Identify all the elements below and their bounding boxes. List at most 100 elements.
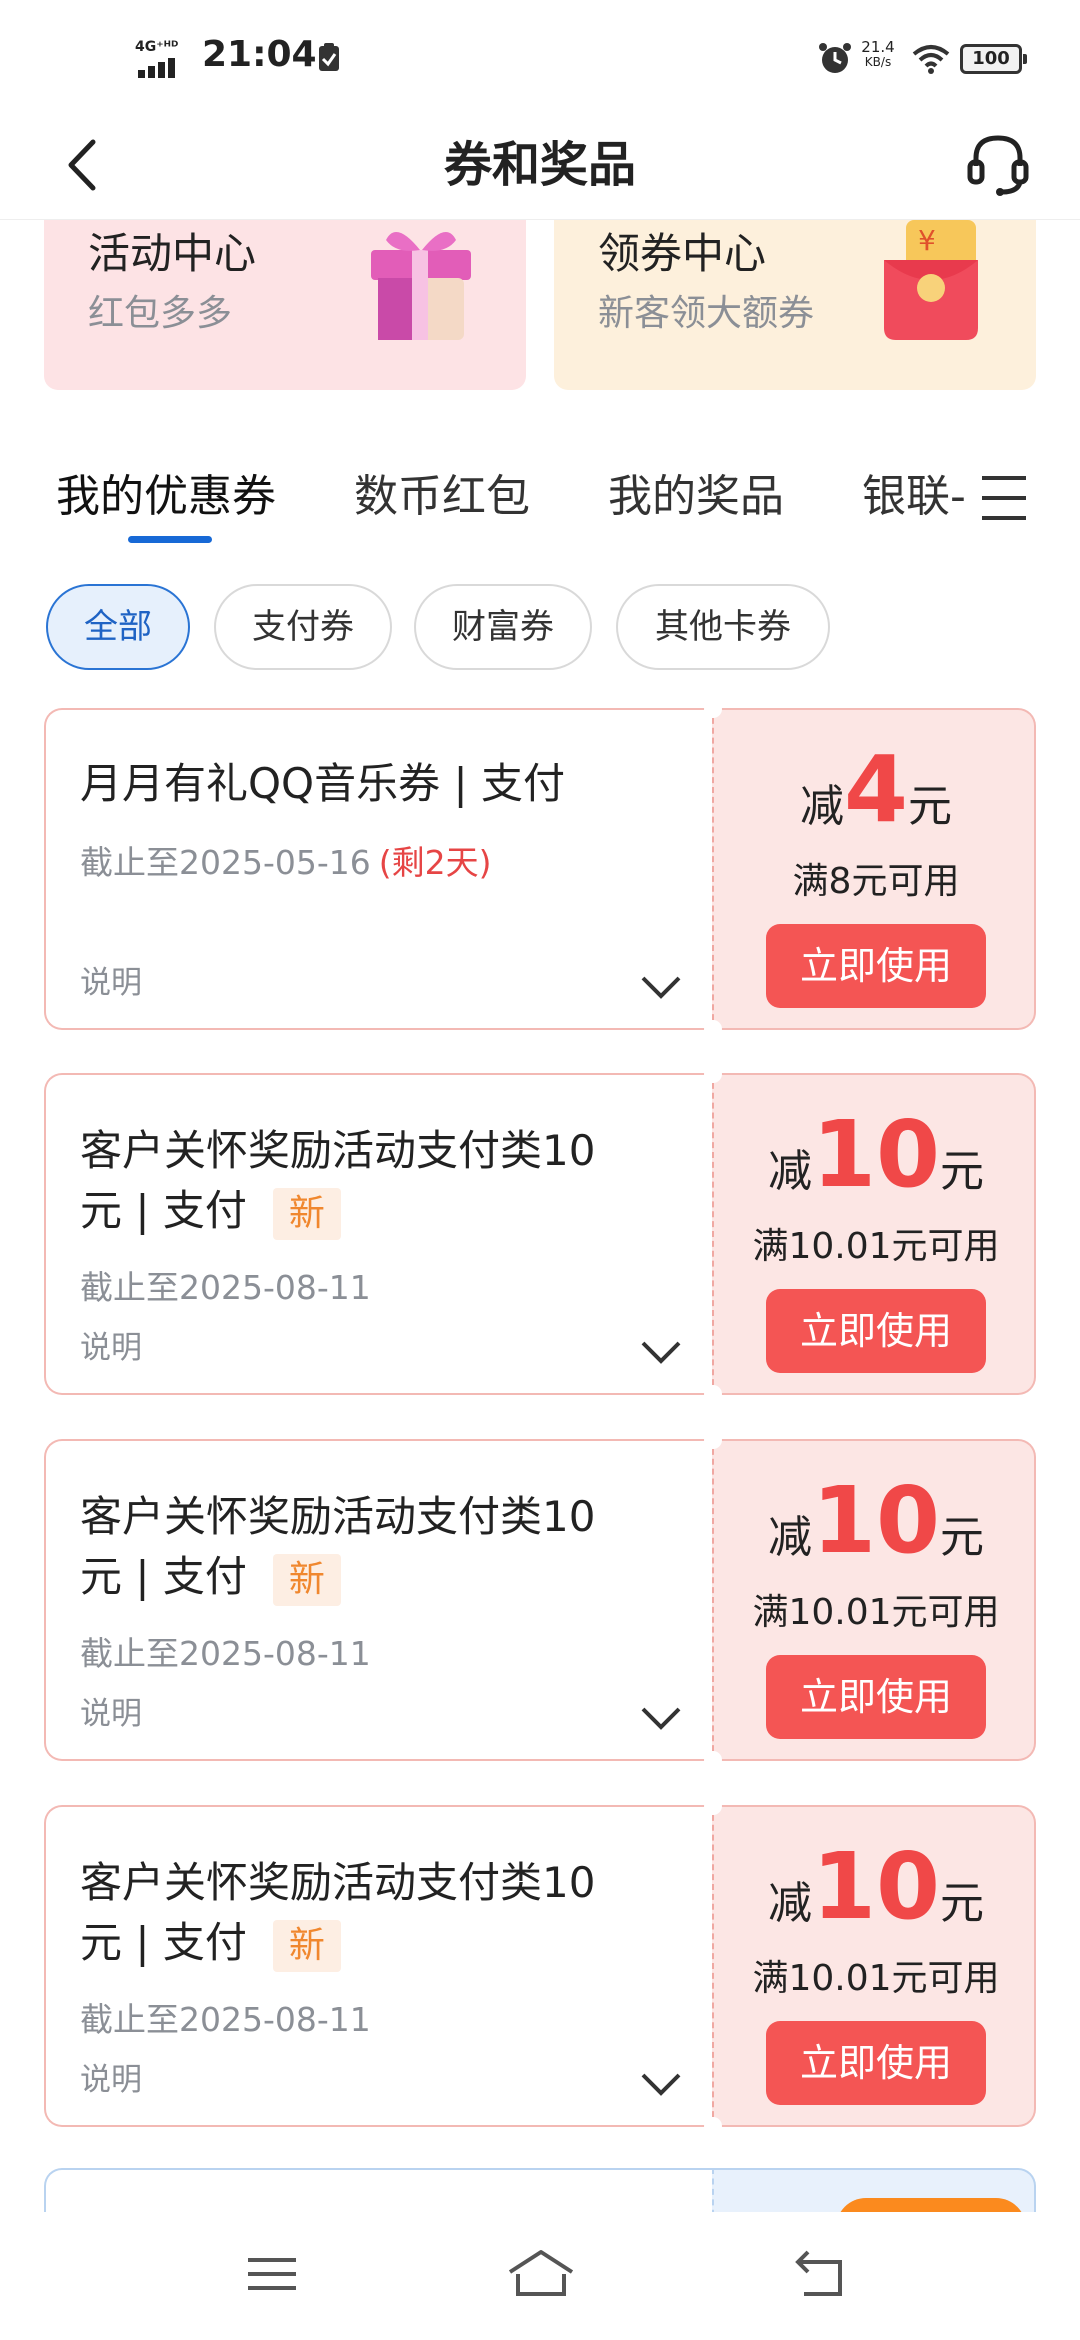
coupon-amount: 减10元 bbox=[714, 1471, 1038, 1571]
promo-activity-center[interactable]: 活动中心 红包多多 bbox=[44, 220, 526, 390]
amount-unit: 元 bbox=[940, 1146, 985, 1197]
clipboard-check-icon bbox=[319, 43, 339, 71]
card-notch bbox=[704, 2117, 722, 2135]
coupon-tabs: 我的优惠券 数币红包 我的奖品 银联- bbox=[0, 450, 1080, 550]
alarm-icon bbox=[819, 43, 851, 73]
speed-value: 21.4 bbox=[861, 38, 895, 56]
coupon-title-line1: 客户关怀奖励活动支付类10 bbox=[80, 1858, 596, 1907]
network-indicator: 4G⁺ᴴᴰ bbox=[135, 39, 179, 55]
app-header: 券和奖品 bbox=[0, 110, 1080, 220]
amount-unit: 元 bbox=[940, 1878, 985, 1929]
promo-subtitle: 红包多多 bbox=[88, 293, 233, 334]
coupon-info: 客户关怀奖励活动支付类10 元 | 支付新 截止至2025-08-11 说明 bbox=[44, 1805, 712, 2127]
coupon-amount: 减10元 bbox=[714, 1105, 1038, 1205]
amount-prefix: 减 bbox=[767, 1878, 812, 1929]
amount-prefix: 减 bbox=[767, 1146, 812, 1197]
coupon-condition: 满10.01元可用 bbox=[752, 1592, 1000, 1633]
new-badge: 新 bbox=[272, 1553, 341, 1606]
tab-digital-red-packets[interactable]: 数币红包 bbox=[354, 460, 530, 524]
chevron-down-icon[interactable] bbox=[640, 974, 682, 1000]
expiry-date: 截止至2025-05-16 bbox=[80, 843, 371, 882]
chevron-down-icon[interactable] bbox=[640, 2071, 682, 2097]
coupon-title: 客户关怀奖励活动支付类10 元 | 支付新 bbox=[80, 1121, 680, 1241]
expiry-date: 截止至2025-08-11 bbox=[80, 1268, 371, 1307]
clock: 21:04 bbox=[202, 34, 317, 75]
coupon-card: 月月有礼QQ音乐券 | 支付 截止至2025-05-16 (剩2天) 说明 减4元… bbox=[44, 700, 1036, 1038]
amount-unit: 元 bbox=[908, 781, 952, 832]
coupon-description-toggle[interactable]: 说明 bbox=[80, 1322, 142, 1367]
filter-wealth-coupons[interactable]: 财富券 bbox=[414, 584, 592, 670]
coupon-card: 客户关怀奖励活动支付类10 元 | 支付新 截止至2025-08-11 说明 减… bbox=[44, 1065, 1036, 1403]
coupon-info: 客户关怀奖励活动支付类10 元 | 支付新 截止至2025-08-11 说明 bbox=[44, 1073, 712, 1395]
coupon-value-panel: 减10元 满10.01元可用 立即使用 bbox=[712, 1439, 1036, 1761]
coupon-description-toggle[interactable]: 说明 bbox=[80, 957, 142, 1002]
wifi-icon bbox=[912, 45, 950, 74]
filter-all[interactable]: 全部 bbox=[46, 584, 190, 670]
coupon-expiry: 截止至2025-08-11 bbox=[80, 1261, 371, 1309]
coupon-title-line2: 元 | 支付 bbox=[80, 1918, 247, 1967]
card-notch bbox=[704, 1431, 722, 1449]
filter-payment-coupons[interactable]: 支付券 bbox=[214, 584, 392, 670]
svg-text:¥: ¥ bbox=[918, 224, 936, 257]
coupon-description-toggle[interactable]: 说明 bbox=[80, 2054, 142, 2099]
red-envelope-icon: ¥ bbox=[884, 220, 978, 340]
card-notch bbox=[704, 1020, 722, 1038]
amount-unit: 元 bbox=[940, 1512, 985, 1563]
card-notch bbox=[704, 700, 722, 718]
amount-prefix: 减 bbox=[799, 781, 844, 832]
amount-prefix: 减 bbox=[767, 1512, 812, 1563]
coupon-expiry: 截止至2025-08-11 bbox=[80, 1993, 371, 2041]
status-bar: 4G⁺ᴴᴰ 21:04 21.4 KB/s 100 bbox=[0, 0, 1080, 110]
system-nav-bar bbox=[0, 2212, 1080, 2340]
coupon-description-toggle[interactable]: 说明 bbox=[80, 1688, 142, 1733]
coupon-title-line1: 客户关怀奖励活动支付类10 bbox=[80, 1126, 596, 1175]
home-icon[interactable] bbox=[506, 2244, 576, 2304]
customer-service-icon[interactable] bbox=[962, 128, 1034, 200]
tab-unionpay[interactable]: 银联- bbox=[862, 460, 966, 524]
card-notch bbox=[704, 1797, 722, 1815]
coupon-title: 客户关怀奖励活动支付类10 元 | 支付新 bbox=[80, 1487, 680, 1607]
signal-icon bbox=[138, 58, 175, 78]
remaining-days: (剩2天) bbox=[378, 843, 492, 882]
amount-value: 10 bbox=[811, 1101, 941, 1208]
tab-my-prizes[interactable]: 我的奖品 bbox=[608, 460, 784, 524]
card-notch bbox=[704, 1385, 722, 1403]
coupon-value-panel: 减10元 满10.01元可用 立即使用 bbox=[712, 1805, 1036, 2127]
use-now-button[interactable]: 立即使用 bbox=[766, 2021, 986, 2105]
back-icon[interactable] bbox=[790, 2244, 854, 2304]
use-now-button[interactable]: 立即使用 bbox=[766, 1655, 986, 1739]
coupon-expiry: 截止至2025-05-16 (剩2天) bbox=[80, 836, 492, 884]
active-tab-indicator bbox=[128, 536, 212, 543]
tab-my-coupons[interactable]: 我的优惠券 bbox=[56, 460, 276, 524]
coupon-amount: 减10元 bbox=[714, 1837, 1038, 1937]
coupon-condition: 满10.01元可用 bbox=[752, 1958, 1000, 1999]
use-now-button[interactable]: 立即使用 bbox=[766, 1289, 986, 1373]
amount-value: 10 bbox=[811, 1467, 941, 1574]
recent-apps-icon[interactable] bbox=[240, 2244, 304, 2304]
coupon-value-panel: 减10元 满10.01元可用 立即使用 bbox=[712, 1073, 1036, 1395]
coupon-amount: 减4元 bbox=[714, 740, 1038, 840]
promo-coupon-center[interactable]: 领券中心 新客领大额券 ¥ bbox=[554, 220, 1036, 390]
coupon-title: 月月有礼QQ音乐券 | 支付 bbox=[80, 759, 565, 808]
gift-box-icon bbox=[371, 232, 471, 340]
card-notch bbox=[704, 1751, 722, 1769]
network-speed: 21.4 KB/s bbox=[858, 40, 898, 70]
promo-subtitle: 新客领大额券 bbox=[598, 293, 815, 334]
coupon-title-line2: 元 | 支付 bbox=[80, 1186, 247, 1235]
chevron-down-icon[interactable] bbox=[640, 1705, 682, 1731]
coupon-value-panel: 减4元 满8元可用 立即使用 bbox=[712, 708, 1036, 1030]
coupon-title: 客户关怀奖励活动支付类10 元 | 支付新 bbox=[80, 1853, 680, 1973]
coupon-title-line2: 元 | 支付 bbox=[80, 1552, 247, 1601]
expiry-date: 截止至2025-08-11 bbox=[80, 2000, 371, 2039]
use-now-button[interactable]: 立即使用 bbox=[766, 924, 986, 1008]
coupon-info: 客户关怀奖励活动支付类10 元 | 支付新 截止至2025-08-11 说明 bbox=[44, 1439, 712, 1761]
coupon-card: 客户关怀奖励活动支付类10 元 | 支付新 截止至2025-08-11 说明 减… bbox=[44, 1797, 1036, 2135]
coupon-card: 客户关怀奖励活动支付类10 元 | 支付新 截止至2025-08-11 说明 减… bbox=[44, 1431, 1036, 1769]
card-notch bbox=[704, 1065, 722, 1083]
coupon-expiry: 截止至2025-08-11 bbox=[80, 1627, 371, 1675]
menu-icon[interactable] bbox=[978, 472, 1030, 524]
battery-indicator: 100 bbox=[960, 44, 1027, 74]
chevron-down-icon[interactable] bbox=[640, 1339, 682, 1365]
filter-other-cards[interactable]: 其他卡券 bbox=[616, 584, 830, 670]
speed-unit: KB/s bbox=[864, 55, 892, 69]
